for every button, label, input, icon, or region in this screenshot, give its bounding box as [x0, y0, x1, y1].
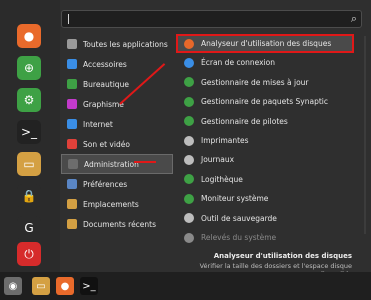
sidebar-lock-button[interactable]: 🔒 — [17, 184, 41, 208]
sidebar-firefox-button[interactable]: ● — [17, 24, 41, 48]
application-label: Outil de sauvegarde — [201, 213, 277, 223]
terminal-icon: >_ — [20, 125, 38, 139]
category-icon — [67, 119, 77, 129]
application-item[interactable]: Relevés du système — [176, 228, 354, 247]
category-icon — [67, 179, 77, 189]
category-label: Préférences — [83, 179, 128, 189]
category-icon — [67, 59, 77, 69]
sidebar-files-button[interactable]: ▭ — [17, 152, 41, 176]
application-icon — [184, 135, 194, 146]
application-label: Gestionnaire de paquets Synaptic — [201, 97, 328, 107]
category-item[interactable]: Graphisme — [61, 94, 173, 114]
files-icon: ▭ — [23, 157, 35, 171]
sidebar-terminal-button[interactable]: >_ — [17, 120, 41, 144]
mint-menu-icon: ◉ — [8, 280, 18, 292]
category-item[interactable]: Administration — [61, 154, 173, 174]
application-item[interactable]: Analyseur d'utilisation des disques — [176, 34, 354, 53]
description-title: Analyseur d'utilisation des disques — [213, 252, 352, 260]
application-icon — [184, 193, 194, 204]
firefox-icon: ● — [60, 280, 70, 292]
files-icon: ▭ — [36, 280, 46, 292]
category-label: Graphisme — [83, 99, 124, 109]
power-icon: ⏻ — [24, 246, 34, 261]
search-input[interactable]: ⌕ — [61, 10, 362, 28]
application-icon — [184, 213, 194, 224]
application-label: Gestionnaire de mises à jour — [201, 77, 309, 87]
category-item[interactable]: Son et vidéo — [61, 134, 173, 154]
category-icon — [67, 39, 77, 49]
system-settings-icon: ⚙ — [23, 93, 35, 107]
category-label: Administration — [84, 159, 139, 169]
application-icon — [184, 77, 194, 88]
application-label: Logithèque — [201, 174, 243, 184]
application-label: Moniteur système — [201, 194, 269, 204]
application-item[interactable]: Imprimantes — [176, 131, 354, 150]
firefox-icon: ● — [23, 29, 35, 43]
category-label: Internet — [83, 119, 113, 129]
category-icon — [67, 219, 77, 229]
application-label: Gestionnaire de pilotes — [201, 116, 288, 126]
application-item[interactable]: Outil de sauvegarde — [176, 209, 354, 228]
category-label: Documents récents — [83, 219, 157, 229]
annotation-arrow-administration — [134, 161, 156, 163]
category-label: Bureautique — [83, 79, 129, 89]
search-icon[interactable]: ⌕ — [351, 12, 357, 26]
category-label: Emplacements — [83, 199, 139, 209]
category-item[interactable]: Préférences — [61, 174, 173, 194]
application-item[interactable]: Gestionnaire de pilotes — [176, 112, 354, 131]
text-caret — [68, 14, 69, 24]
sidebar-logout-button[interactable]: G — [17, 216, 41, 240]
application-icon — [184, 232, 194, 243]
application-item[interactable]: Logithèque — [176, 170, 354, 189]
application-item[interactable]: Gestionnaire de mises à jour — [176, 73, 354, 92]
application-icon — [184, 154, 194, 165]
taskbar: ◉ ▭ ● >_ — [0, 272, 371, 300]
category-icon — [67, 79, 77, 89]
application-label: Imprimantes — [201, 136, 249, 145]
logout-icon: G — [24, 221, 34, 235]
category-item[interactable]: Toutes les applications — [61, 34, 173, 54]
application-item[interactable]: Moniteur système — [176, 189, 354, 208]
application-item[interactable]: Écran de connexion — [176, 53, 354, 72]
category-icon — [68, 159, 78, 169]
application-icon — [184, 96, 194, 107]
taskbar-firefox-button[interactable]: ● — [56, 277, 74, 295]
category-label: Toutes les applications — [83, 39, 168, 49]
application-menu: ● ⊕ ⚙ >_ ▭ 🔒 G ⏻ ⌕ Toutes les applications Acces… — [0, 0, 371, 278]
terminal-icon: >_ — [82, 280, 96, 292]
taskbar-mint-menu-button[interactable]: ◉ — [4, 277, 22, 295]
category-label: Accessoires — [83, 59, 127, 69]
application-label: Écran de connexion — [201, 58, 276, 68]
category-icon — [67, 139, 77, 149]
favorites-sidebar: ● ⊕ ⚙ >_ ▭ 🔒 G ⏻ — [0, 0, 60, 272]
sidebar-system-settings-button[interactable]: ⚙ — [17, 88, 41, 112]
category-item[interactable]: Documents récents — [61, 214, 173, 234]
application-icon — [184, 174, 194, 185]
application-icon — [184, 57, 194, 68]
taskbar-terminal-button[interactable]: >_ — [80, 277, 98, 295]
sidebar-power-button[interactable]: ⏻ — [17, 242, 41, 266]
category-item[interactable]: Internet — [61, 114, 173, 134]
application-icon — [184, 38, 194, 49]
category-label: Son et vidéo — [83, 139, 130, 149]
category-icon — [67, 199, 77, 209]
taskbar-files-button[interactable]: ▭ — [32, 277, 50, 295]
scrollbar[interactable] — [364, 36, 366, 234]
application-label: Analyseur d'utilisation des disques — [201, 39, 332, 48]
lock-icon: 🔒 — [21, 189, 37, 203]
sidebar-software-manager-button[interactable]: ⊕ — [17, 56, 41, 80]
category-icon — [67, 99, 77, 109]
application-label: Journaux — [201, 155, 235, 165]
application-item[interactable]: Gestionnaire de paquets Synaptic — [176, 92, 354, 111]
application-icon — [184, 116, 194, 127]
category-item[interactable]: Bureautique — [61, 74, 173, 94]
category-item[interactable]: Emplacements — [61, 194, 173, 214]
application-label: Relevés du système — [201, 233, 277, 242]
software-manager-icon: ⊕ — [23, 61, 35, 75]
application-item[interactable]: Journaux — [176, 150, 354, 169]
